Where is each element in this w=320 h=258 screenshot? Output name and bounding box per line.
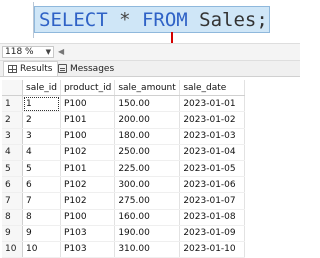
table-row[interactable]: 4 4 P102 250.00 2023-01-04 [2, 144, 246, 161]
row-number[interactable]: 1 [2, 95, 23, 113]
header-row: sale_id product_id sale_amount sale_date [2, 80, 246, 97]
row-number[interactable]: 3 [2, 128, 23, 145]
table-name: Sales; [187, 9, 268, 31]
row-number-header[interactable] [2, 80, 23, 97]
cell-sale-amount[interactable]: 310.00 [114, 241, 181, 258]
table-row[interactable]: 1 1 P100 150.00 2023-01-01 [2, 95, 246, 113]
results-grid[interactable]: sale_id product_id sale_amount sale_date… [2, 80, 246, 258]
cell-sale-id[interactable]: 9 [22, 225, 61, 242]
cell-sale-date[interactable]: 2023-01-02 [179, 111, 246, 129]
column-header-sale-id[interactable]: sale_id [22, 80, 61, 97]
cell-sale-amount[interactable]: 200.00 [114, 111, 181, 129]
cell-sale-amount[interactable]: 180.00 [114, 128, 181, 145]
cell-sale-date[interactable]: 2023-01-08 [179, 209, 246, 226]
cell-product-id[interactable]: P103 [60, 225, 116, 242]
cell-sale-id[interactable]: 1 [22, 95, 61, 113]
row-number[interactable]: 7 [2, 192, 23, 210]
column-header-sale-amount[interactable]: sale_amount [114, 80, 181, 97]
row-number[interactable]: 5 [2, 160, 23, 178]
cell-product-id[interactable]: P100 [60, 209, 116, 226]
tab-messages[interactable]: Messages [58, 61, 114, 76]
cell-sale-amount[interactable]: 275.00 [114, 192, 181, 210]
table-row[interactable]: 3 3 P100 180.00 2023-01-03 [2, 128, 246, 145]
cell-product-id[interactable]: P102 [60, 176, 116, 194]
zoom-value: 118 % [5, 47, 34, 57]
cell-sale-date[interactable]: 2023-01-06 [179, 176, 246, 194]
cell-sale-id[interactable]: 4 [22, 144, 61, 161]
cell-sale-date[interactable]: 2023-01-07 [179, 192, 246, 210]
cell-sale-id[interactable]: 8 [22, 209, 61, 226]
cell-sale-amount[interactable]: 160.00 [114, 209, 181, 226]
cell-product-id[interactable]: P102 [60, 144, 116, 161]
cell-sale-amount[interactable]: 300.00 [114, 176, 181, 194]
cell-product-id[interactable]: P102 [60, 192, 116, 210]
cell-sale-date[interactable]: 2023-01-04 [179, 144, 246, 161]
table-row[interactable]: 2 2 P101 200.00 2023-01-02 [2, 111, 246, 129]
table-row[interactable]: 5 5 P101 225.00 2023-01-05 [2, 160, 246, 178]
table-row[interactable]: 9 9 P103 190.00 2023-01-09 [2, 225, 246, 242]
cell-product-id[interactable]: P100 [60, 95, 116, 113]
row-number[interactable]: 4 [2, 144, 23, 161]
cell-sale-date[interactable]: 2023-01-10 [179, 241, 246, 258]
row-number[interactable]: 9 [2, 225, 23, 242]
zoom-bar: 118 % ▼ ◀ [0, 43, 300, 61]
keyword-select: SELECT [39, 9, 108, 31]
cell-product-id[interactable]: P101 [60, 111, 116, 129]
table-row[interactable]: 7 7 P102 275.00 2023-01-07 [2, 192, 246, 210]
keyword-from: FROM [141, 9, 188, 31]
messages-icon [58, 64, 67, 73]
column-header-sale-date[interactable]: sale_date [179, 80, 246, 97]
cell-sale-date[interactable]: 2023-01-01 [179, 95, 246, 113]
row-number[interactable]: 6 [2, 176, 23, 194]
cell-sale-id[interactable]: 6 [22, 176, 61, 194]
cell-sale-id[interactable]: 3 [22, 128, 61, 145]
cell-sale-date[interactable]: 2023-01-09 [179, 225, 246, 242]
cell-product-id[interactable]: P101 [60, 160, 116, 178]
tab-messages-label: Messages [70, 63, 115, 74]
cell-sale-amount[interactable]: 150.00 [114, 95, 181, 113]
scroll-left-icon[interactable]: ◀ [58, 47, 64, 56]
query-editor[interactable]: SELECT * FROM Sales; [0, 0, 300, 40]
star-symbol: * [107, 9, 142, 31]
cell-product-id[interactable]: P103 [60, 241, 116, 258]
cell-sale-id[interactable]: 2 [22, 111, 61, 129]
cell-sale-id[interactable]: 10 [22, 241, 61, 258]
tab-results-label: Results [20, 64, 53, 74]
row-number[interactable]: 10 [2, 241, 23, 258]
row-number[interactable]: 8 [2, 209, 23, 226]
chevron-down-icon: ▼ [45, 48, 51, 56]
cell-sale-date[interactable]: 2023-01-03 [179, 128, 246, 145]
cell-sale-amount[interactable]: 225.00 [114, 160, 181, 178]
tab-results[interactable]: Results [3, 61, 58, 76]
cell-sale-amount[interactable]: 190.00 [114, 225, 181, 242]
zoom-select[interactable]: 118 % ▼ [2, 46, 54, 58]
cell-sale-id[interactable]: 7 [22, 192, 61, 210]
table-row[interactable]: 10 10 P103 310.00 2023-01-10 [2, 241, 246, 258]
results-tabs: Results Messages [0, 61, 300, 77]
row-number[interactable]: 2 [2, 111, 23, 129]
cell-sale-date[interactable]: 2023-01-05 [179, 160, 246, 178]
cell-product-id[interactable]: P100 [60, 128, 116, 145]
column-header-product-id[interactable]: product_id [60, 80, 116, 97]
table-row[interactable]: 6 6 P102 300.00 2023-01-06 [2, 176, 246, 194]
sql-query-text[interactable]: SELECT * FROM Sales; [34, 6, 270, 33]
cell-sale-amount[interactable]: 250.00 [114, 144, 181, 161]
cell-sale-id[interactable]: 5 [22, 160, 61, 178]
grid-icon [8, 65, 17, 73]
table-row[interactable]: 8 8 P100 160.00 2023-01-08 [2, 209, 246, 226]
